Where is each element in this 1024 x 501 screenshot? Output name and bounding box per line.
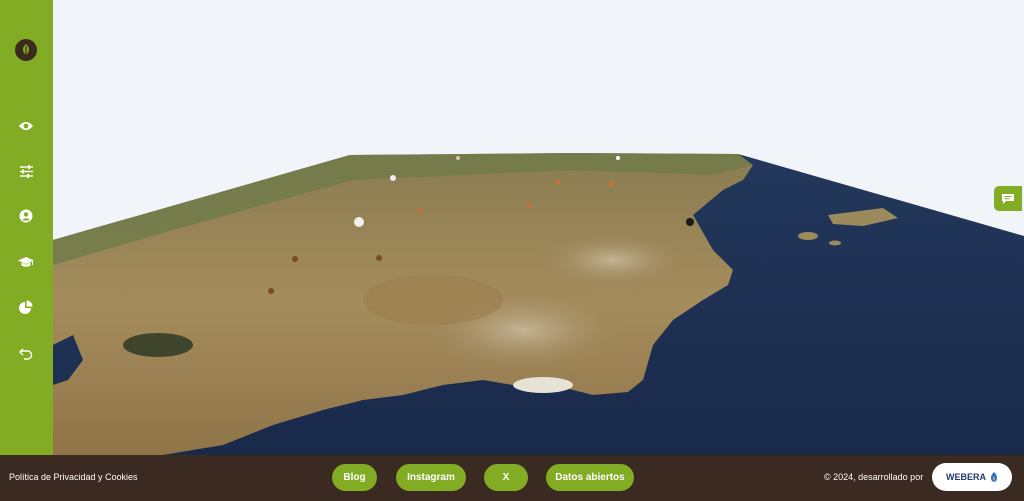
deer-marker[interactable] (417, 208, 423, 214)
logo[interactable] (15, 39, 37, 61)
terrain-map[interactable] (53, 0, 1024, 455)
deer-marker[interactable] (526, 202, 532, 208)
island-tiny (829, 240, 841, 246)
plateau (363, 275, 503, 325)
instagram-button[interactable]: Instagram (396, 464, 466, 491)
island-small (798, 232, 818, 240)
sidebar-item-education[interactable] (14, 250, 38, 274)
eye-icon (19, 122, 33, 130)
sidebar-item-back[interactable] (14, 341, 38, 365)
bird-marker[interactable] (354, 217, 364, 227)
map-canvas[interactable] (53, 0, 1024, 455)
copyright-text: © 2024, desarrollado por (824, 472, 924, 482)
snow-peaks (513, 377, 573, 393)
user-circle-icon (19, 209, 33, 223)
blog-button[interactable]: Blog (332, 464, 377, 491)
chat-bubble-icon (1002, 193, 1014, 204)
webera-label: WEBERA (946, 472, 986, 482)
sidebar (0, 0, 53, 455)
undo-icon (19, 348, 33, 360)
boar-marker[interactable] (376, 255, 382, 261)
open-data-button[interactable]: Datos abiertos (546, 464, 634, 491)
sliders-icon (19, 164, 33, 178)
sidebar-item-view[interactable] (14, 114, 38, 138)
bird-marker[interactable] (390, 175, 396, 181)
sidebar-item-profile[interactable] (14, 204, 38, 228)
x-button[interactable]: X (484, 464, 528, 491)
bird-marker[interactable] (616, 156, 620, 160)
chat-button[interactable] (994, 186, 1022, 211)
webera-badge[interactable]: WEBERA (932, 463, 1012, 491)
flame-icon (990, 472, 998, 482)
eagle-marker[interactable] (686, 218, 694, 226)
mountain-range-east (533, 230, 693, 290)
boar-marker[interactable] (268, 288, 274, 294)
privacy-policy-link[interactable]: Política de Privacidad y Cookies (9, 472, 138, 482)
pie-chart-icon (19, 300, 33, 314)
boar-marker[interactable] (292, 256, 298, 262)
deer-marker[interactable] (555, 179, 561, 185)
tree-leaf-logo (23, 44, 29, 56)
sidebar-item-filters[interactable] (14, 159, 38, 183)
bird-marker[interactable] (456, 156, 460, 160)
footer: Política de Privacidad y Cookies Blog In… (0, 455, 1024, 501)
deer-marker[interactable] (608, 181, 614, 187)
graduation-cap-icon (18, 256, 34, 267)
forest-area (123, 333, 193, 357)
sidebar-item-statistics[interactable] (14, 295, 38, 319)
